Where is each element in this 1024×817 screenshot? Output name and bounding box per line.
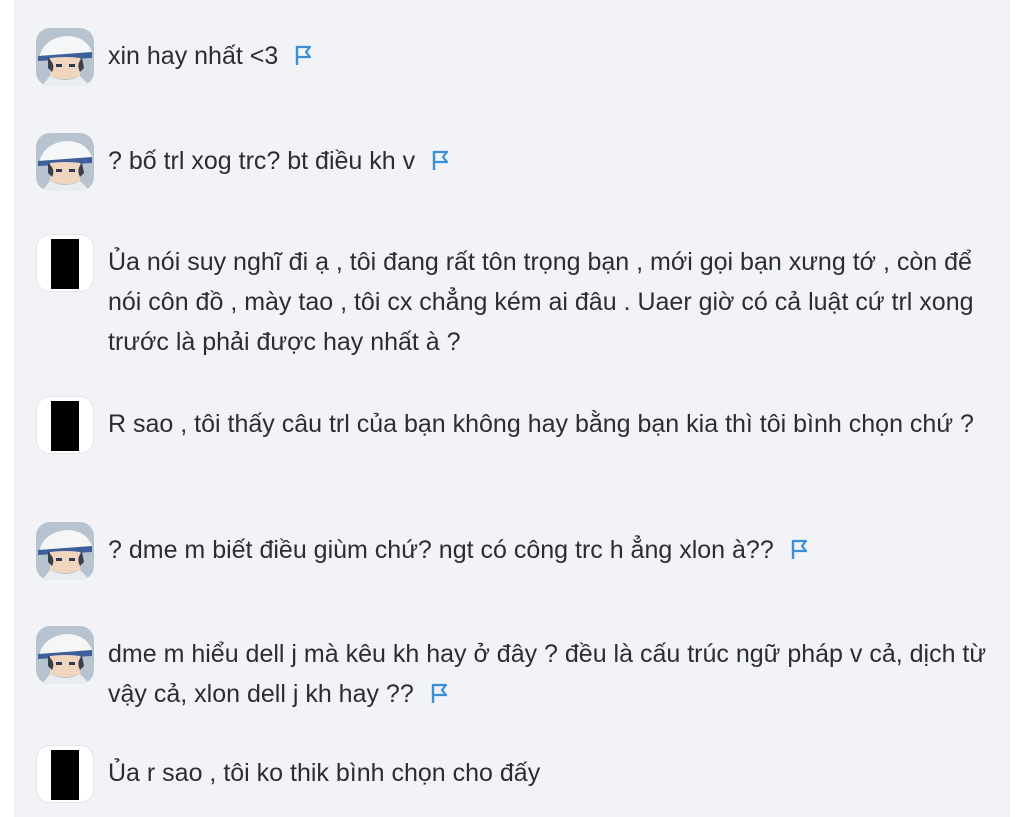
comment-body: dme m hiểu dell j mà kêu kh hay ở đây ? … bbox=[108, 640, 987, 708]
comment-body: Ủa nói suy nghĩ đi ạ , tôi đang rất tôn … bbox=[108, 248, 974, 356]
flag-icon[interactable] bbox=[431, 149, 451, 171]
comment-body: Ủa r sao , tôi ko thik bình chọn cho đấy bbox=[108, 759, 541, 787]
comment-item: ? bố trl xog trc? bt điều kh v bbox=[36, 133, 996, 191]
avatar[interactable] bbox=[36, 396, 94, 454]
comment-text: Ủa nói suy nghĩ đi ạ , tôi đang rất tôn … bbox=[108, 234, 993, 362]
comment-item: xin hay nhất <3 bbox=[36, 28, 996, 86]
comment-text: R sao , tôi thấy câu trl của bạn không h… bbox=[108, 396, 974, 444]
avatar[interactable] bbox=[36, 133, 94, 191]
avatar[interactable] bbox=[36, 522, 94, 580]
comment-thread: xin hay nhất <3 ? bố trl xog trc? bt điề… bbox=[14, 0, 1010, 817]
comment-item: Ủa nói suy nghĩ đi ạ , tôi đang rất tôn … bbox=[36, 234, 996, 362]
comment-body: R sao , tôi thấy câu trl của bạn không h… bbox=[108, 410, 974, 438]
avatar-redacted bbox=[51, 239, 79, 289]
avatar[interactable] bbox=[36, 626, 94, 684]
comment-body: ? dme m biết điều giùm chứ? ngt có công … bbox=[108, 536, 774, 564]
avatar-image bbox=[36, 522, 94, 580]
comment-body: xin hay nhất <3 bbox=[108, 42, 279, 70]
avatar-image bbox=[36, 626, 94, 684]
comment-text: Ủa r sao , tôi ko thik bình chọn cho đấy bbox=[108, 745, 540, 793]
avatar-image bbox=[36, 133, 94, 191]
avatar-redacted bbox=[51, 750, 79, 800]
comment-item: R sao , tôi thấy câu trl của bạn không h… bbox=[36, 396, 996, 454]
flag-icon[interactable] bbox=[294, 44, 314, 66]
comment-text: ? bố trl xog trc? bt điều kh v bbox=[108, 133, 451, 181]
comment-text: dme m hiểu dell j mà kêu kh hay ở đây ? … bbox=[108, 626, 993, 714]
avatar-redacted bbox=[51, 401, 79, 451]
comment-text: xin hay nhất <3 bbox=[108, 28, 314, 76]
comment-item: Ủa r sao , tôi ko thik bình chọn cho đấy bbox=[36, 745, 996, 803]
avatar[interactable] bbox=[36, 28, 94, 86]
avatar[interactable] bbox=[36, 234, 94, 292]
avatar-image bbox=[36, 28, 94, 86]
comment-body: ? bố trl xog trc? bt điều kh v bbox=[108, 147, 416, 175]
flag-icon[interactable] bbox=[430, 682, 450, 704]
comment-item: dme m hiểu dell j mà kêu kh hay ở đây ? … bbox=[36, 626, 996, 714]
flag-icon[interactable] bbox=[790, 538, 810, 560]
comment-item: ? dme m biết điều giùm chứ? ngt có công … bbox=[36, 522, 996, 580]
avatar[interactable] bbox=[36, 745, 94, 803]
comment-text: ? dme m biết điều giùm chứ? ngt có công … bbox=[108, 522, 810, 570]
